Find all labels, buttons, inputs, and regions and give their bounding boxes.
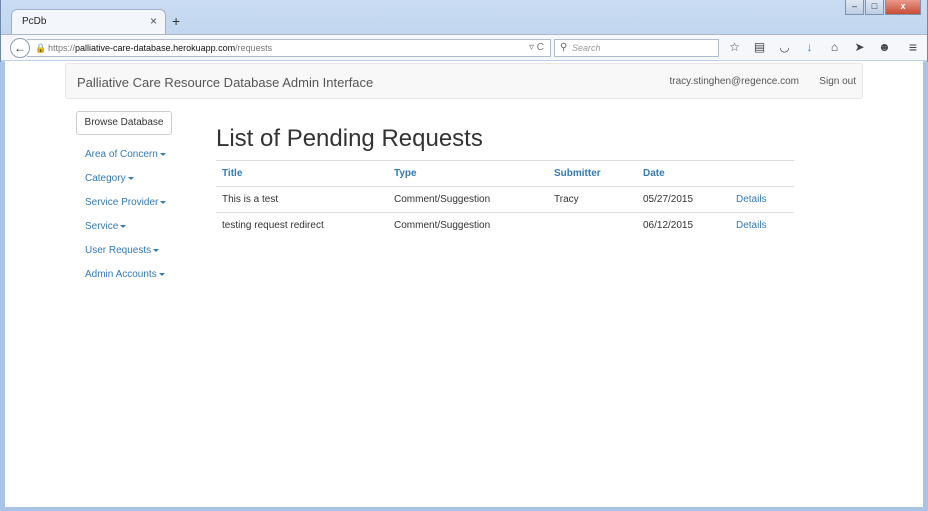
details-link[interactable]: Details <box>730 213 794 239</box>
caret-down-icon <box>160 200 167 204</box>
user-email: tracy.stinghen@regence.com <box>669 76 799 87</box>
sidebar-item-service-provider[interactable]: Service Provider <box>85 196 167 220</box>
cell-submitter: Tracy <box>548 186 637 213</box>
back-button[interactable]: ← <box>10 38 30 58</box>
window-controls: – □ x <box>845 0 921 15</box>
url-bar[interactable]: 🔒 https://palliative-care-database.herok… <box>27 39 551 57</box>
brand-title[interactable]: Palliative Care Resource Database Admin … <box>77 75 373 90</box>
cell-title: This is a test <box>216 186 388 213</box>
table-header-row: Title Type Submitter Date <box>216 160 794 187</box>
cell-date: 05/27/2015 <box>637 186 730 213</box>
caret-down-icon <box>120 224 127 228</box>
navigation-toolbar: 🔒 https://palliative-care-database.herok… <box>1 34 927 60</box>
search-icon: ⚲ <box>560 42 568 53</box>
page-content: Palliative Care Resource Database Admin … <box>5 61 923 507</box>
sidebar-item-area-of-concern[interactable]: Area of Concern <box>85 148 166 172</box>
column-header-actions <box>730 160 794 187</box>
sign-out-link[interactable]: Sign out <box>819 76 856 87</box>
sidebar-item-admin-accounts[interactable]: Admin Accounts <box>85 268 166 292</box>
browser-tab[interactable]: PcDb × <box>11 9 166 35</box>
chat-icon[interactable]: ☻ <box>876 39 893 56</box>
cell-title: testing request redirect <box>222 220 324 232</box>
lock-icon: 🔒 <box>35 43 47 53</box>
sidebar-item-user-requests[interactable]: User Requests <box>85 244 166 268</box>
send-icon[interactable]: ➤ <box>851 39 868 56</box>
caret-down-icon <box>158 272 165 276</box>
maximize-button[interactable]: □ <box>865 0 884 15</box>
browse-database-button[interactable]: Browse Database <box>76 111 172 135</box>
table-row: testing request redirect Comment/Suggest… <box>216 213 794 239</box>
caret-down-icon <box>153 248 160 252</box>
column-header-type[interactable]: Type <box>388 160 548 187</box>
caret-down-icon <box>127 176 134 180</box>
page-title: List of Pending Requests <box>216 125 483 152</box>
close-window-button[interactable]: x <box>885 0 921 15</box>
close-tab-icon[interactable]: × <box>150 14 157 28</box>
download-icon[interactable]: ↓ <box>801 39 818 56</box>
home-icon[interactable]: ⌂ <box>826 39 843 56</box>
search-placeholder: Search <box>572 43 601 53</box>
search-input[interactable]: ⚲ Search <box>554 39 719 57</box>
browser-chrome: PcDb × + – □ x 🔒 https://palliative-care… <box>0 0 928 62</box>
minimize-button[interactable]: – <box>845 0 864 15</box>
table-row: This is a test Comment/Suggestion Tracy … <box>216 186 794 213</box>
column-header-title[interactable]: Title <box>216 160 388 187</box>
tab-title: PcDb <box>22 16 47 27</box>
sidebar-menu: Area of Concern Category Service Provide… <box>85 148 167 292</box>
caret-down-icon <box>159 152 166 156</box>
column-header-submitter[interactable]: Submitter <box>548 160 637 187</box>
star-icon[interactable]: ☆ <box>726 39 743 56</box>
site-navbar: Palliative Care Resource Database Admin … <box>65 63 863 99</box>
sidebar-item-service[interactable]: Service <box>85 220 166 244</box>
new-tab-button[interactable]: + <box>172 13 180 29</box>
hamburger-menu-icon[interactable]: ≡ <box>909 39 917 55</box>
sidebar-item-category[interactable]: Category <box>85 172 166 196</box>
clipboard-icon[interactable]: ▤ <box>751 39 768 56</box>
reload-icon[interactable]: ▿ C <box>529 42 544 53</box>
cell-type: Comment/Suggestion <box>394 220 491 232</box>
column-header-date[interactable]: Date <box>637 160 730 187</box>
details-link[interactable]: Details <box>730 186 794 213</box>
requests-table: Title Type Submitter Date This is a test… <box>216 160 794 239</box>
cell-submitter <box>548 213 637 239</box>
url-text[interactable]: https://palliative-care-database.herokua… <box>48 43 272 53</box>
cell-type: Comment/Suggestion <box>388 186 548 213</box>
cell-date: 06/12/2015 <box>643 220 694 232</box>
toolbar-icons: ☆ ▤ ◡ ↓ ⌂ ➤ ☻ <box>726 39 893 56</box>
pocket-icon[interactable]: ◡ <box>776 39 793 56</box>
